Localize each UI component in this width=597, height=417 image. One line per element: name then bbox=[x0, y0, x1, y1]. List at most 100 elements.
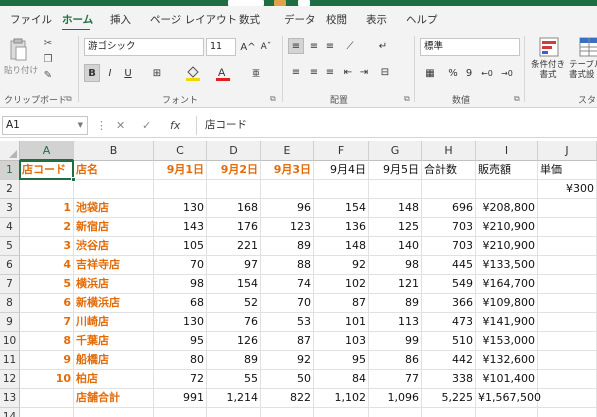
cell-i7[interactable]: ¥164,700 bbox=[476, 275, 538, 294]
cell-g14[interactable] bbox=[369, 408, 422, 417]
decrease-decimal-icon[interactable]: →0 bbox=[498, 64, 516, 82]
cell-d1[interactable]: 9月2日 bbox=[207, 161, 261, 180]
format-as-table-label[interactable]: テーブル 書式設 bbox=[569, 60, 597, 80]
cell-f4[interactable]: 136 bbox=[314, 218, 369, 237]
row-header-2[interactable]: 2 bbox=[0, 180, 20, 199]
cell-j9[interactable] bbox=[538, 313, 597, 332]
column-header-a[interactable]: A bbox=[20, 141, 74, 161]
cell-c5[interactable]: 105 bbox=[154, 237, 207, 256]
tab-home[interactable]: ホーム bbox=[62, 12, 93, 27]
cell-i10[interactable]: ¥153,000 bbox=[476, 332, 538, 351]
tab-insert[interactable]: 挿入 bbox=[110, 12, 131, 27]
paste-button-label[interactable]: 貼り付け bbox=[4, 66, 38, 76]
cell-c9[interactable]: 130 bbox=[154, 313, 207, 332]
cell-f8[interactable]: 87 bbox=[314, 294, 369, 313]
row-header-10[interactable]: 10 bbox=[0, 332, 20, 351]
cell-g1[interactable]: 9月5日 bbox=[369, 161, 422, 180]
cell-g11[interactable]: 86 bbox=[369, 351, 422, 370]
row-header-8[interactable]: 8 bbox=[0, 294, 20, 313]
cell-g7[interactable]: 121 bbox=[369, 275, 422, 294]
row-header-9[interactable]: 9 bbox=[0, 313, 20, 332]
cell-a3[interactable]: 1 bbox=[20, 199, 74, 218]
cell-f1[interactable]: 9月4日 bbox=[314, 161, 369, 180]
cell-f14[interactable] bbox=[314, 408, 369, 417]
cell-j2[interactable]: ¥300 bbox=[538, 180, 597, 199]
cell-b13[interactable]: 店舗合計 bbox=[74, 389, 154, 408]
increase-decimal-icon[interactable]: ←0 bbox=[478, 64, 496, 82]
align-left-icon[interactable]: ≡ bbox=[288, 64, 304, 80]
row-header-4[interactable]: 4 bbox=[0, 218, 20, 237]
cell-e5[interactable]: 89 bbox=[261, 237, 314, 256]
cell-h13[interactable]: 5,225 bbox=[422, 389, 476, 408]
cell-f11[interactable]: 95 bbox=[314, 351, 369, 370]
cell-e13[interactable]: 822 bbox=[261, 389, 314, 408]
cell-d4[interactable]: 176 bbox=[207, 218, 261, 237]
cell-g13[interactable]: 1,096 bbox=[369, 389, 422, 408]
cell-d11[interactable]: 89 bbox=[207, 351, 261, 370]
decrease-indent-icon[interactable]: ⇤ bbox=[340, 64, 356, 80]
cell-i13[interactable]: ¥1,567,500 bbox=[476, 389, 541, 408]
cell-a6[interactable]: 4 bbox=[20, 256, 74, 275]
cell-e1[interactable]: 9月3日 bbox=[261, 161, 314, 180]
align-center-icon[interactable]: ≡ bbox=[306, 64, 322, 80]
align-top-icon[interactable]: ≡ bbox=[288, 38, 304, 54]
cell-i5[interactable]: ¥210,900 bbox=[476, 237, 538, 256]
cell-a13[interactable] bbox=[20, 389, 74, 408]
align-bottom-icon[interactable]: ≡ bbox=[322, 38, 338, 54]
cell-g3[interactable]: 148 bbox=[369, 199, 422, 218]
cell-d3[interactable]: 168 bbox=[207, 199, 261, 218]
cell-b10[interactable]: 千葉店 bbox=[74, 332, 154, 351]
copy-icon[interactable]: ❐ bbox=[40, 52, 56, 66]
cell-f7[interactable]: 102 bbox=[314, 275, 369, 294]
borders-icon[interactable]: ⊞ bbox=[146, 64, 168, 82]
accounting-format-icon[interactable]: ▦ bbox=[420, 64, 440, 82]
cell-i11[interactable]: ¥132,600 bbox=[476, 351, 538, 370]
cell-b12[interactable]: 柏店 bbox=[74, 370, 154, 389]
column-header-h[interactable]: H bbox=[422, 141, 476, 161]
cell-h9[interactable]: 473 bbox=[422, 313, 476, 332]
cell-d10[interactable]: 126 bbox=[207, 332, 261, 351]
align-middle-icon[interactable]: ≡ bbox=[306, 38, 322, 54]
cell-a10[interactable]: 8 bbox=[20, 332, 74, 351]
cell-e7[interactable]: 74 bbox=[261, 275, 314, 294]
cell-j11[interactable] bbox=[538, 351, 597, 370]
cell-j3[interactable] bbox=[538, 199, 597, 218]
cell-h4[interactable]: 703 bbox=[422, 218, 476, 237]
cell-c10[interactable]: 95 bbox=[154, 332, 207, 351]
orientation-icon[interactable]: ⟋ bbox=[340, 38, 360, 54]
cell-f12[interactable]: 84 bbox=[314, 370, 369, 389]
name-box[interactable]: A1 ▼ bbox=[2, 116, 88, 135]
cell-d5[interactable]: 221 bbox=[207, 237, 261, 256]
cell-a8[interactable]: 6 bbox=[20, 294, 74, 313]
cell-e8[interactable]: 70 bbox=[261, 294, 314, 313]
cell-a11[interactable]: 9 bbox=[20, 351, 74, 370]
formula-input[interactable]: 店コード bbox=[196, 116, 595, 135]
percent-style-button[interactable]: % bbox=[446, 64, 460, 82]
row-header-7[interactable]: 7 bbox=[0, 275, 20, 294]
alignment-launcher-icon[interactable]: ⧉ bbox=[404, 94, 410, 104]
cell-j4[interactable] bbox=[538, 218, 597, 237]
cell-e12[interactable]: 50 bbox=[261, 370, 314, 389]
column-header-c[interactable]: C bbox=[154, 141, 207, 161]
cell-j10[interactable] bbox=[538, 332, 597, 351]
cut-icon[interactable]: ✂ bbox=[40, 36, 56, 50]
cell-d2[interactable] bbox=[207, 180, 261, 199]
paste-icon[interactable] bbox=[6, 36, 30, 64]
format-painter-icon[interactable]: ✎ bbox=[40, 68, 56, 82]
cell-j1[interactable]: 単価 bbox=[538, 161, 597, 180]
cell-h14[interactable] bbox=[422, 408, 476, 417]
phonetic-icon[interactable]: 亜 bbox=[246, 64, 266, 82]
cell-e6[interactable]: 88 bbox=[261, 256, 314, 275]
cell-a12[interactable]: 10 bbox=[20, 370, 74, 389]
cell-b7[interactable]: 横浜店 bbox=[74, 275, 154, 294]
cell-h8[interactable]: 366 bbox=[422, 294, 476, 313]
cell-g8[interactable]: 89 bbox=[369, 294, 422, 313]
bold-button[interactable]: B bbox=[84, 64, 100, 82]
cell-b3[interactable]: 池袋店 bbox=[74, 199, 154, 218]
cell-h12[interactable]: 338 bbox=[422, 370, 476, 389]
cell-i9[interactable]: ¥141,900 bbox=[476, 313, 538, 332]
merge-center-icon[interactable]: ⊟ bbox=[374, 64, 396, 80]
cell-f13[interactable]: 1,102 bbox=[314, 389, 369, 408]
cell-d9[interactable]: 76 bbox=[207, 313, 261, 332]
tab-view[interactable]: 表示 bbox=[366, 12, 387, 27]
